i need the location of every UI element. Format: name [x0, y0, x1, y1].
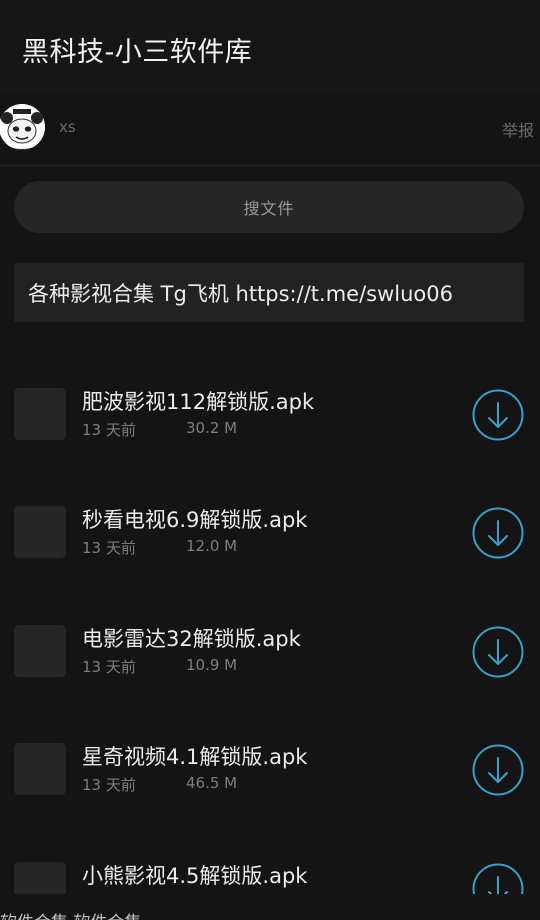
download-circle-icon [472, 744, 524, 796]
file-thumbnail [14, 506, 66, 558]
file-size: 46.5 M [186, 774, 238, 792]
file-item[interactable]: 肥波影视112解锁版.apk 13 天前 30.2 M [0, 352, 540, 470]
notice-banner[interactable]: 各种影视合集 Tg飞机 https://t.me/swluo06 [14, 263, 524, 322]
download-button[interactable] [472, 507, 524, 559]
report-link[interactable]: 举报 [502, 117, 534, 141]
file-item[interactable]: 小熊影视4.5解锁版.apk [0, 826, 540, 894]
file-item[interactable]: 星奇视频4.1解锁版.apk 13 天前 46.5 M [0, 707, 540, 825]
file-time: 13 天前 [82, 658, 136, 676]
file-name: 星奇视频4.1解锁版.apk [82, 745, 308, 769]
bottom-nav-partial[interactable]: 软件合集 软件合集 [0, 908, 540, 920]
title-bar: 黑科技-小三软件库 [0, 0, 540, 92]
file-thumbnail [14, 388, 66, 440]
file-name: 小熊影视4.5解锁版.apk [82, 864, 308, 888]
download-button[interactable] [472, 863, 524, 894]
download-circle-icon [472, 626, 524, 678]
file-time: 13 天前 [82, 539, 136, 557]
file-name: 肥波影视112解锁版.apk [82, 390, 315, 414]
uploader-name[interactable]: xs [59, 118, 76, 136]
uploader-row: xs 举报 [0, 92, 540, 166]
file-size: 10.9 M [186, 656, 238, 674]
notice-text: 各种影视合集 Tg飞机 https://t.me/swluo06 [28, 281, 453, 306]
app-root: 黑科技-小三软件库 xs 举报 搜文件 各种影视合集 Tg飞机 https://… [0, 0, 540, 920]
file-thumbnail [14, 743, 66, 795]
download-button[interactable] [472, 626, 524, 678]
file-list: 肥波影视112解锁版.apk 13 天前 30.2 M 秒看电视6.9解锁版.a… [0, 352, 540, 894]
search-files-button[interactable]: 搜文件 [14, 181, 524, 233]
download-button[interactable] [472, 744, 524, 796]
page-title: 黑科技-小三软件库 [22, 37, 253, 68]
file-item[interactable]: 电影雷达32解锁版.apk 13 天前 10.9 M [0, 589, 540, 707]
file-thumbnail [14, 862, 66, 894]
download-circle-icon [472, 507, 524, 559]
panda-avatar-icon [0, 104, 45, 150]
file-item[interactable]: 秒看电视6.9解锁版.apk 13 天前 12.0 M [0, 470, 540, 588]
file-time: 13 天前 [82, 421, 136, 439]
download-button[interactable] [472, 389, 524, 441]
file-size: 30.2 M [186, 419, 238, 437]
download-circle-icon [472, 389, 524, 441]
file-thumbnail [14, 625, 66, 677]
file-time: 13 天前 [82, 776, 136, 794]
file-name: 电影雷达32解锁版.apk [82, 627, 301, 651]
file-name: 秒看电视6.9解锁版.apk [82, 508, 308, 532]
avatar[interactable] [0, 104, 45, 150]
file-size: 12.0 M [186, 537, 238, 555]
download-circle-icon [472, 863, 524, 894]
